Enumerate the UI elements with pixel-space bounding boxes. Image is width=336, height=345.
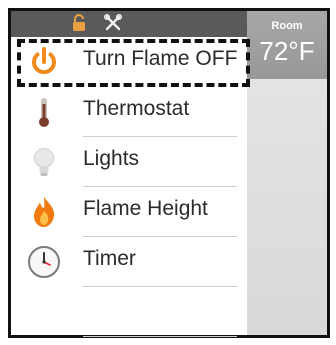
menu-item-thermostat[interactable]: Thermostat <box>11 87 247 137</box>
divider <box>83 336 237 337</box>
wrench-tools-icon[interactable] <box>103 13 123 33</box>
menu-item-flame-height[interactable]: Flame Height <box>11 187 247 237</box>
top-toolbar <box>11 11 251 37</box>
menu-item-empty <box>11 287 247 337</box>
unlocked-padlock-icon[interactable] <box>69 13 89 33</box>
room-temperature: 72°F <box>259 36 315 66</box>
menu-item-label: Thermostat <box>83 97 190 120</box>
menu-item-timer[interactable]: Timer <box>11 237 247 287</box>
menu-item-lights[interactable]: Lights <box>11 137 247 187</box>
flame-icon <box>34 197 55 227</box>
side-panel: Room 72°F <box>247 11 327 335</box>
selection-highlight <box>17 39 250 87</box>
menu-item-label: Lights <box>83 147 140 170</box>
menu-item-label: Timer <box>83 247 136 270</box>
clock-icon <box>28 246 60 278</box>
room-label: Room <box>271 20 303 32</box>
thermometer-icon <box>39 98 49 127</box>
fireplace-remote-screen: Turn Flame OFF Thermostat Lights Flame H… <box>8 8 330 338</box>
room-temperature-display: Room 72°F <box>247 11 327 79</box>
menu-item-label: Flame Height <box>83 197 208 220</box>
light-bulb-icon <box>34 148 54 176</box>
